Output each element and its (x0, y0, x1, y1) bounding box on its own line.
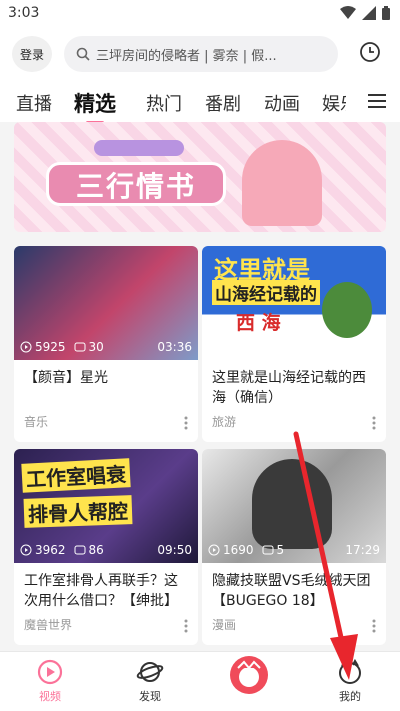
battery-icon (382, 6, 390, 20)
video-thumbnail: 这里就是 山海经记载的 西 海 3769 156 13:28 (202, 246, 386, 360)
video-category: 音乐 (24, 415, 49, 429)
status-icons (340, 6, 390, 20)
search-bar[interactable]: 三坪房间的侵略者 | 雾奈 | 假... (64, 36, 338, 72)
comment-icon (262, 342, 274, 352)
wifi-icon (340, 6, 356, 19)
video-duration: 09:50 (157, 543, 192, 557)
video-card[interactable]: 1690 5 17:29 隐藏技联盟VS毛绒绒天团【BUGEGO 18】 漫画 (202, 449, 386, 645)
video-card[interactable]: 工作室唱衰 排骨人帮腔 3962 86 09:50 工作室排骨人再联手？这次用什… (14, 449, 198, 645)
comment-count: 86 (74, 543, 104, 557)
video-stats: 3769 156 13:28 (208, 340, 380, 354)
search-placeholder: 三坪房间的侵略者 | 雾奈 | 假... (96, 48, 277, 64)
comment-count: 156 (262, 340, 299, 354)
comment-icon (262, 545, 274, 555)
play-icon (20, 341, 32, 353)
tab-animation[interactable]: 动画 (264, 90, 300, 116)
play-icon (208, 341, 220, 353)
banner-title: 三行情书 (46, 162, 226, 206)
tab-hot[interactable]: 热门 (146, 90, 182, 116)
video-card[interactable]: 5925 30 03:36 【颜音】星光 音乐 (14, 246, 198, 442)
video-category: 旅游 (212, 415, 237, 429)
play-icon (20, 544, 32, 556)
menu-icon[interactable] (366, 90, 388, 112)
manga-character (252, 459, 332, 549)
center-avatar-icon[interactable] (230, 656, 268, 694)
search-icon (76, 47, 90, 61)
nav-video[interactable]: 视频 (20, 658, 80, 704)
play-count: 3769 (208, 340, 254, 354)
video-title: 【颜音】星光 (24, 370, 108, 386)
video-stats: 5925 30 03:36 (20, 340, 192, 354)
tab-live[interactable]: 直播 (16, 90, 52, 116)
play-count: 3962 (20, 543, 66, 557)
video-duration: 17:29 (345, 543, 380, 557)
nav-label: 我的 (339, 690, 361, 703)
banner-tag (94, 140, 184, 156)
comment-icon (74, 342, 86, 352)
bottom-navigation: 视频 发现 我的 (0, 651, 400, 711)
more-options-icon[interactable] (184, 416, 188, 430)
profile-icon (339, 658, 361, 684)
tab-entertainment[interactable]: 娱乐 (322, 90, 346, 116)
top-header: 登录 三坪房间的侵略者 | 雾奈 | 假... (0, 28, 400, 80)
video-title: 这里就是山海经记载的西海（确信） (212, 370, 366, 406)
video-category: 魔兽世界 (24, 618, 73, 632)
tab-featured[interactable]: 精选 (74, 88, 116, 118)
comment-count: 5 (262, 543, 284, 557)
category-tabs: 直播 精选 热门 番剧 动画 娱乐 (0, 80, 400, 122)
comment-icon (74, 545, 86, 555)
planet-icon (136, 662, 164, 682)
video-thumbnail: 5925 30 03:36 (14, 246, 198, 360)
nav-discover[interactable]: 发现 (120, 658, 180, 704)
nav-label: 视频 (39, 690, 61, 703)
video-duration: 13:28 (345, 340, 380, 354)
video-thumbnail: 1690 5 17:29 (202, 449, 386, 563)
video-category: 漫画 (212, 618, 237, 632)
play-icon (208, 544, 220, 556)
signal-icon (362, 6, 376, 20)
thumb-text-2: 排骨人帮腔 (23, 495, 133, 528)
cartoon-character (322, 282, 372, 338)
status-bar: 3:03 (0, 0, 400, 28)
video-duration: 03:36 (157, 340, 192, 354)
video-thumbnail: 工作室唱衰 排骨人帮腔 3962 86 09:50 (14, 449, 198, 563)
banner-illustration (242, 140, 322, 226)
thumb-text-2: 山海经记载的 (212, 280, 320, 305)
more-options-icon[interactable] (184, 619, 188, 633)
video-card[interactable]: 这里就是 山海经记载的 西 海 3769 156 13:28 这里就是山海经记载… (202, 246, 386, 442)
nav-label: 发现 (139, 690, 161, 703)
tab-bangumi[interactable]: 番剧 (205, 90, 241, 116)
promo-banner[interactable]: 三行情书 (14, 122, 386, 232)
play-count: 1690 (208, 543, 254, 557)
status-time: 3:03 (8, 5, 40, 21)
video-title: 工作室排骨人再联手？这次用什么借口？【绅批】 (24, 573, 178, 609)
history-icon[interactable] (358, 40, 382, 64)
video-stats: 3962 86 09:50 (20, 543, 192, 557)
thumb-text-3: 西 海 (236, 312, 281, 334)
video-icon (37, 659, 63, 685)
comment-count: 30 (74, 340, 104, 354)
thumb-text-1: 工作室唱衰 (21, 458, 131, 493)
more-options-icon[interactable] (372, 619, 376, 633)
login-button[interactable]: 登录 (12, 36, 52, 72)
nav-profile[interactable]: 我的 (320, 658, 380, 704)
video-title: 隐藏技联盟VS毛绒绒天团【BUGEGO 18】 (212, 573, 371, 609)
play-count: 5925 (20, 340, 66, 354)
video-stats: 1690 5 17:29 (208, 543, 380, 557)
more-options-icon[interactable] (372, 416, 376, 430)
